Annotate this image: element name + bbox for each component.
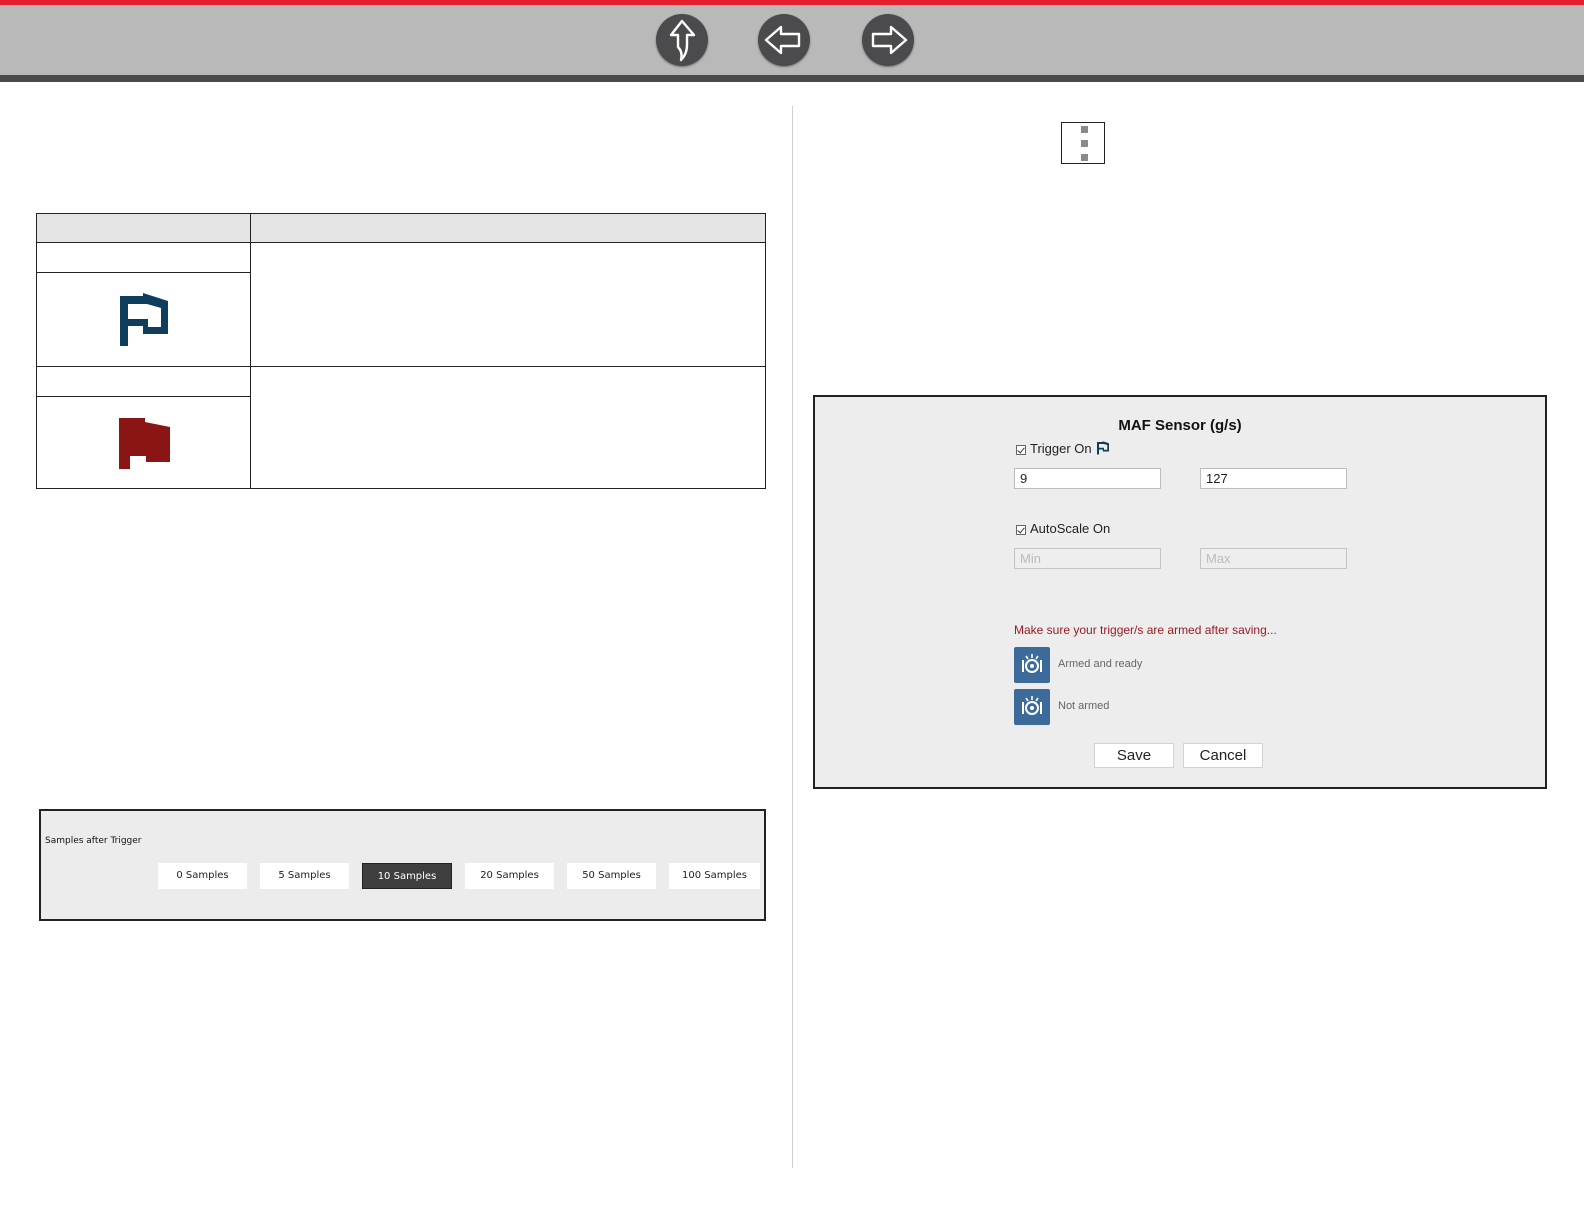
trigger-icon-table <box>36 213 766 489</box>
dialog-title: MAF Sensor (g/s) <box>1118 417 1242 434</box>
table-header <box>37 214 765 243</box>
autoscale-checkbox[interactable] <box>1016 525 1026 535</box>
armed-ready-label: Armed and ready <box>1058 658 1143 670</box>
back-button[interactable] <box>758 14 810 66</box>
trigger-flag-outline-icon <box>1097 441 1109 455</box>
table-row <box>117 415 171 476</box>
samples-after-trigger-panel: Samples after Trigger 0 Samples 5 Sample… <box>39 809 766 921</box>
table-row <box>117 292 171 353</box>
trigger-settings-dialog: MAF Sensor (g/s) Trigger On AutoScale On… <box>813 395 1547 789</box>
trigger-flag-outline-icon <box>120 293 168 346</box>
trigger-on-label: Trigger On <box>1030 441 1092 456</box>
samples-option-5[interactable]: 5 Samples <box>260 863 349 889</box>
more-vertical-icon <box>1081 126 1088 133</box>
not-armed-label: Not armed <box>1058 700 1110 712</box>
samples-option-50[interactable]: 50 Samples <box>567 863 656 889</box>
autoscale-max-input[interactable] <box>1200 548 1347 569</box>
trigger-on-checkbox[interactable] <box>1016 445 1026 455</box>
samples-option-20[interactable]: 20 Samples <box>465 863 554 889</box>
save-button[interactable]: Save <box>1094 743 1174 768</box>
trigger-low-input[interactable] <box>1014 468 1161 489</box>
top-nav-bar <box>0 0 1584 82</box>
samples-option-100[interactable]: 100 Samples <box>669 863 760 889</box>
trigger-not-armed-icon <box>1014 689 1050 725</box>
more-menu-button[interactable] <box>1061 122 1105 164</box>
trigger-flag-filled-icon <box>119 418 170 469</box>
samples-option-0[interactable]: 0 Samples <box>158 863 247 889</box>
trigger-armed-icon <box>1014 647 1050 683</box>
forward-button[interactable] <box>862 14 914 66</box>
column-divider <box>792 106 793 1168</box>
samples-option-10[interactable]: 10 Samples <box>362 863 452 889</box>
arrow-left-icon <box>764 25 801 55</box>
up-button[interactable] <box>656 14 708 66</box>
cancel-button[interactable]: Cancel <box>1183 743 1263 768</box>
accent-stripe <box>0 0 1584 5</box>
samples-panel-label: Samples after Trigger <box>45 836 142 846</box>
trigger-high-input[interactable] <box>1200 468 1347 489</box>
autoscale-label: AutoScale On <box>1030 521 1111 536</box>
arrow-up-icon <box>669 19 696 62</box>
arrow-right-icon <box>871 25 908 55</box>
nav-bar-shadow <box>0 75 1584 82</box>
arm-warning-text: Make sure your trigger/s are armed after… <box>1014 623 1277 637</box>
autoscale-min-input[interactable] <box>1014 548 1161 569</box>
